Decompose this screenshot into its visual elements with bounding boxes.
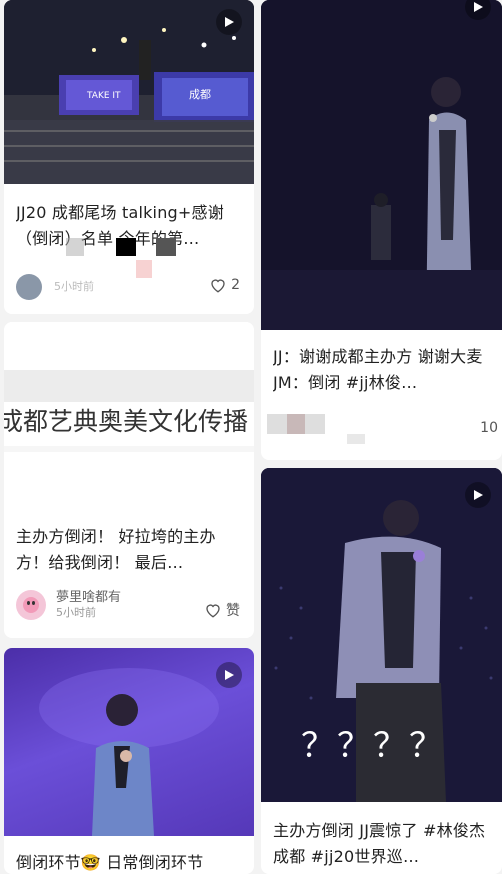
banner-text: 成都艺典奥美文化传播 <box>4 407 249 436</box>
card-3-like-button[interactable]: 赞 <box>204 600 240 620</box>
question-marks-overlay: ？？？？ <box>301 726 445 766</box>
card-1-like-button[interactable]: 2 <box>209 276 240 294</box>
blurred-author-area <box>267 412 367 448</box>
heart-icon <box>211 279 225 293</box>
svg-text:TAKE IT: TAKE IT <box>86 91 121 101</box>
avatar <box>16 274 42 300</box>
card-2-like-count[interactable]: 10 <box>480 420 498 436</box>
card-1-author[interactable]: 5小时前 <box>16 274 94 300</box>
play-icon <box>216 9 242 35</box>
card-3-author[interactable]: 夢里啥都有 5小时前 <box>16 590 121 620</box>
blurred-author-area <box>16 238 176 278</box>
card-1-like-count: 2 <box>231 277 240 293</box>
card-5-cover-image[interactable] <box>4 648 254 836</box>
card-2-cover-image[interactable] <box>261 0 502 330</box>
card-4-title[interactable]: 主办方倒闭 JJ震惊了 #林俊杰成都 #jj20世界巡… <box>273 818 495 870</box>
card-3-like-count: 赞 <box>226 603 240 619</box>
feed-card-5[interactable]: 倒闭环节🤓 日常倒闭环节 <box>4 648 254 874</box>
card-2-title[interactable]: JJ：谢谢成都主办方 谢谢大麦 JM：倒闭 #jj林俊… <box>273 344 495 396</box>
banner-band <box>4 370 254 402</box>
svg-text:成都: 成都 <box>189 88 211 101</box>
avatar <box>16 590 46 620</box>
card-3-time: 5小时前 <box>56 606 96 619</box>
card-3-cover-image[interactable]: 成都艺典奥美文化传播 <box>4 322 254 506</box>
card-5-title[interactable]: 倒闭环节🤓 日常倒闭环节 <box>16 850 252 874</box>
feed-card-1[interactable]: TAKE IT 成都 JJ20 成都尾场 talking+感谢（倒闭）名单 今年… <box>4 0 254 314</box>
feed-card-2[interactable]: JJ：谢谢成都主办方 谢谢大麦 JM：倒闭 #jj林俊… 10 <box>261 0 502 460</box>
heart-icon <box>206 604 220 618</box>
concert-singer-image <box>261 0 502 330</box>
card-3-title[interactable]: 主办方倒闭！ 好拉垮的主办方！给我倒闭！ 最后… <box>16 524 244 576</box>
feed-card-3[interactable]: 成都艺典奥美文化传播 主办方倒闭！ 好拉垮的主办方！给我倒闭！ 最后… 夢里啥都… <box>4 322 254 638</box>
card-3-username[interactable]: 夢里啥都有 <box>56 590 121 606</box>
feed-card-4[interactable]: ？？？？ 主办方倒闭 JJ震惊了 #林俊杰成都 #jj20世界巡… <box>261 468 502 874</box>
play-icon <box>465 482 491 508</box>
play-icon <box>216 662 242 688</box>
card-1-time: 5小时前 <box>54 280 94 293</box>
card-4-cover-image[interactable]: ？？？？ <box>261 468 502 802</box>
card-1-cover-image[interactable]: TAKE IT 成都 <box>4 0 254 184</box>
banner-band-2 <box>4 446 254 452</box>
